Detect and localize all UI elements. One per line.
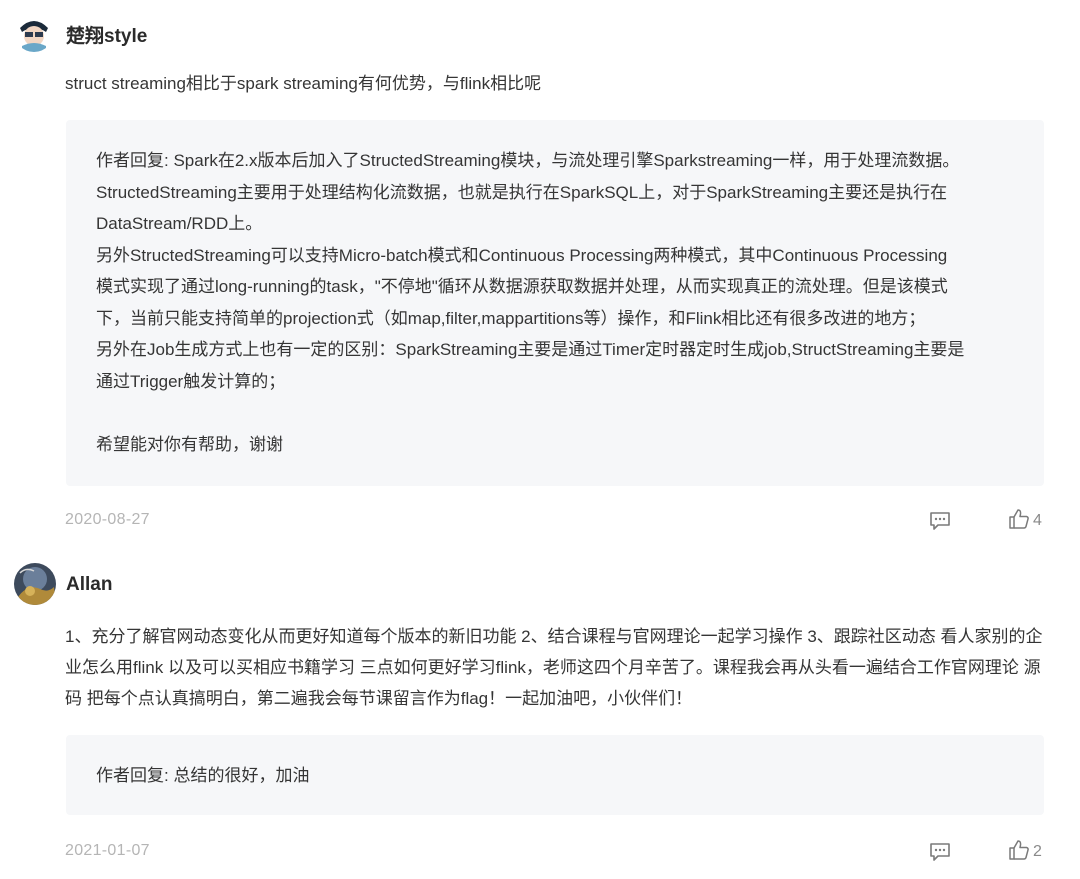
author-reply-box: 作者回复: Spark在2.x版本后加入了StructedStreaming模块… [66, 120, 1044, 486]
avatar[interactable] [14, 563, 56, 605]
author-reply-box: 作者回复: 总结的很好，加油 [66, 735, 1044, 815]
comment-item: Allan 1、充分了解官网动态变化从而更好知道每个版本的新旧功能 2、结合课程… [0, 545, 1080, 879]
comment-text: 1、充分了解官网动态变化从而更好知道每个版本的新旧功能 2、结合课程与官网理论一… [65, 627, 1043, 708]
like-count: 4 [1033, 512, 1042, 529]
like-button[interactable]: 4 [1008, 508, 1042, 535]
thumbs-up-icon [1008, 839, 1030, 866]
comment-text: struct streaming相比于spark streaming有何优势，与… [65, 74, 542, 93]
username[interactable]: Allan [66, 574, 112, 596]
author-reply-text: 作者回复: Spark在2.x版本后加入了StructedStreaming模块… [96, 151, 965, 454]
avatar[interactable] [14, 12, 54, 52]
thumbs-up-icon [1008, 508, 1030, 535]
author-reply-text: 作者回复: 总结的很好，加油 [96, 766, 310, 785]
username[interactable]: 楚翔style [66, 21, 147, 48]
comment-bubble-icon[interactable] [929, 842, 951, 862]
comment-item: 楚翔style struct streaming相比于spark streami… [0, 0, 1080, 545]
like-count: 2 [1033, 843, 1042, 860]
comment-date: 2020-08-27 [65, 511, 150, 528]
like-button[interactable]: 2 [1008, 839, 1042, 866]
comment-bubble-icon[interactable] [929, 511, 951, 531]
comment-date: 2021-01-07 [65, 842, 150, 859]
